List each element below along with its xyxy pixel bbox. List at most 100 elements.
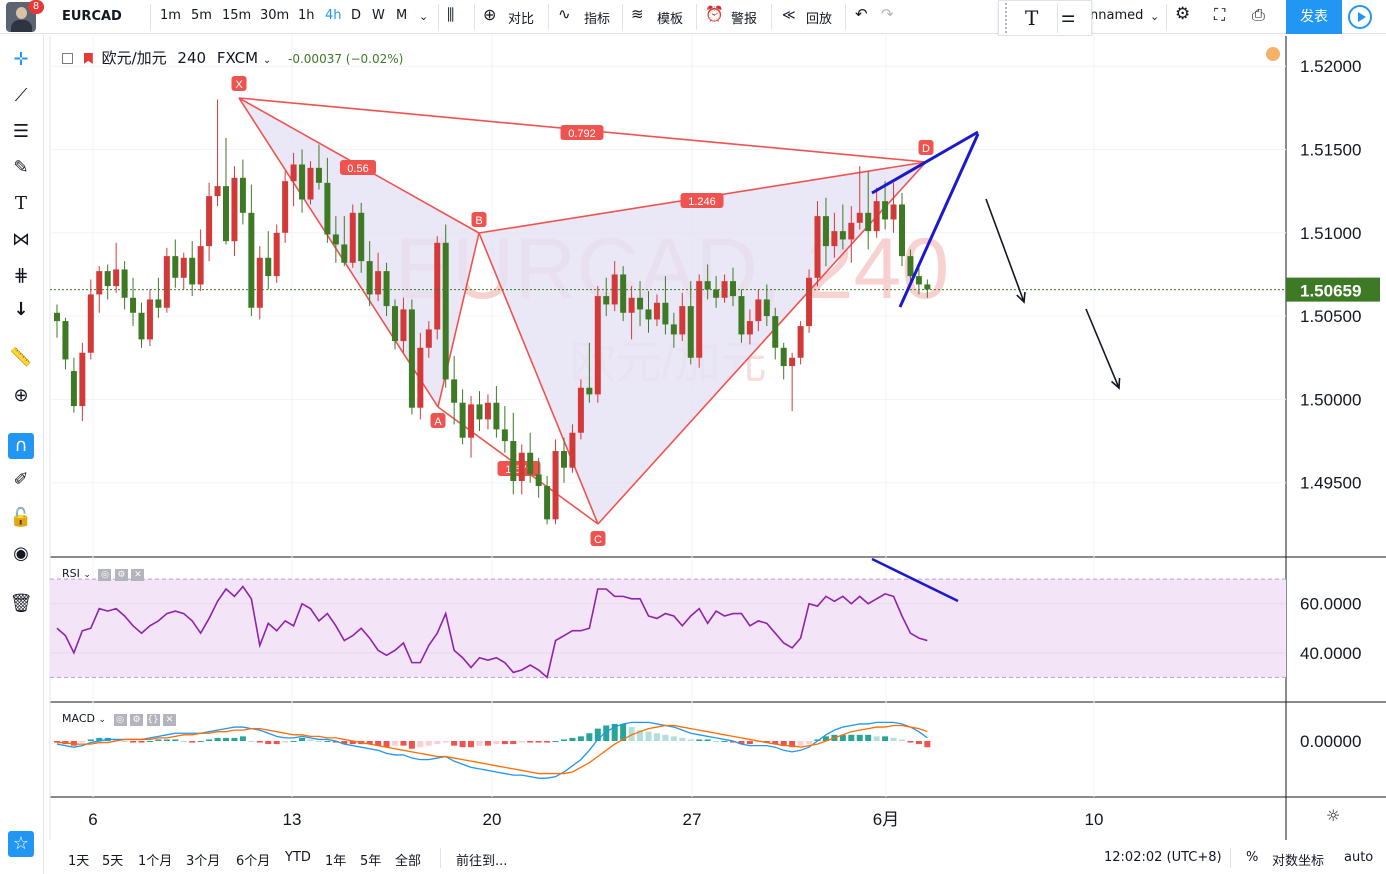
- chevron-down-icon[interactable]: ⌄: [83, 570, 91, 580]
- rsi-divergence-line: [871, 557, 959, 603]
- axis-settings-gear-icon[interactable]: ☼: [1326, 806, 1340, 825]
- templates-icon[interactable]: ≋: [631, 5, 644, 23]
- macd-histogram-bar: [822, 736, 829, 741]
- candle-body: [349, 212, 356, 263]
- clock-timezone[interactable]: 12:02:02 (UTC+8): [1104, 850, 1222, 865]
- candle-body: [70, 371, 77, 407]
- macd-histogram-bar: [155, 739, 162, 741]
- gear-icon[interactable]: ⚙: [130, 714, 144, 726]
- candle-body: [527, 452, 534, 475]
- eye-icon[interactable]: ◎: [98, 569, 112, 581]
- trash-icon[interactable]: 🗑: [8, 591, 34, 617]
- indicators-icon[interactable]: ∿: [558, 5, 571, 23]
- play-icon[interactable]: [1348, 5, 1372, 29]
- candle-body: [434, 242, 441, 330]
- brush-icon[interactable]: ✎: [8, 155, 34, 181]
- close-icon[interactable]: ✕: [163, 714, 177, 726]
- interval-30m[interactable]: 30m: [260, 8, 289, 23]
- ruler-icon[interactable]: 📏: [8, 345, 34, 371]
- range-5d[interactable]: 5天: [102, 850, 123, 869]
- goto-date-button[interactable]: 前往到...: [456, 850, 507, 869]
- lock-drawing-icon[interactable]: ✐: [8, 467, 34, 493]
- candle-body: [375, 271, 382, 295]
- candle-body: [180, 257, 187, 278]
- drag-handle[interactable]: [1005, 3, 1011, 33]
- text-tool-icon[interactable]: T: [1025, 6, 1038, 30]
- line-tool-icon[interactable]: ⚌: [1061, 7, 1075, 26]
- range-6m[interactable]: 6个月: [236, 850, 270, 869]
- lock-icon[interactable]: 🔓: [8, 505, 34, 531]
- point-label-c-box: [590, 531, 606, 546]
- compare-plus-icon[interactable]: ⊕: [483, 5, 496, 24]
- percent-toggle[interactable]: %: [1246, 850, 1258, 865]
- candle-body: [400, 309, 407, 342]
- chevron-down-icon[interactable]: ⌄: [419, 10, 428, 23]
- interval-4h[interactable]: 4h: [325, 8, 342, 23]
- ratio-label-ac: 1.679: [505, 464, 533, 476]
- chevron-down-icon[interactable]: ⌄: [98, 715, 106, 725]
- interval-w[interactable]: W: [372, 8, 385, 23]
- camera-snapshot-icon[interactable]: ⎙: [1252, 5, 1265, 25]
- range-5y[interactable]: 5年: [360, 850, 381, 869]
- interval-d[interactable]: D: [351, 8, 361, 23]
- interval-5m[interactable]: 5m: [191, 8, 212, 23]
- legend-title[interactable]: 欧元/加元: [102, 49, 167, 67]
- bookmark-flag-icon[interactable]: [83, 53, 93, 64]
- interval-m[interactable]: M: [396, 8, 407, 23]
- range-1m[interactable]: 1个月: [138, 850, 172, 869]
- horizontal-lines-icon[interactable]: ☰: [8, 119, 34, 145]
- gear-icon[interactable]: ⚙: [114, 569, 128, 581]
- range-3m[interactable]: 3个月: [186, 850, 220, 869]
- pattern-icon[interactable]: ⋈: [8, 227, 34, 253]
- prediction-icon[interactable]: ⋕: [8, 263, 34, 289]
- close-icon[interactable]: ✕: [131, 569, 145, 581]
- indicators-button[interactable]: 指标: [584, 8, 610, 27]
- candle-body: [662, 302, 669, 325]
- undo-icon[interactable]: ↶: [855, 5, 868, 23]
- interval-1h[interactable]: 1h: [298, 8, 315, 23]
- alert-button[interactable]: 警报: [731, 8, 757, 27]
- range-ytd[interactable]: YTD: [285, 850, 311, 865]
- macd-legend[interactable]: MACD ⌄ ◎ ⚙ {} ✕: [62, 712, 177, 726]
- last-price-label: 1.50659: [1300, 282, 1361, 301]
- trend-line-icon[interactable]: ⟋: [8, 83, 34, 109]
- candle-body: [206, 196, 213, 247]
- interval-15m[interactable]: 15m: [222, 8, 251, 23]
- compare-button[interactable]: 对比: [508, 8, 534, 27]
- settings-gear-icon[interactable]: ⚙: [1175, 4, 1190, 24]
- magnet-icon[interactable]: ∩: [8, 433, 34, 459]
- redo-icon[interactable]: ↷: [881, 5, 894, 23]
- collapse-toggle[interactable]: [62, 53, 73, 64]
- favorite-star-icon[interactable]: ☆: [8, 831, 34, 857]
- status-dot-icon[interactable]: [1266, 47, 1280, 61]
- candle-body: [704, 281, 711, 290]
- chevron-down-icon[interactable]: ⌄: [1150, 10, 1159, 23]
- source-code-icon[interactable]: {}: [146, 714, 160, 726]
- templates-button[interactable]: 模板: [657, 8, 683, 27]
- publish-button[interactable]: 发表: [1286, 0, 1342, 34]
- chevron-down-icon[interactable]: ⌄: [263, 55, 271, 66]
- log-scale-toggle[interactable]: 对数坐标: [1272, 850, 1324, 869]
- alarm-clock-icon[interactable]: ⏰: [705, 5, 724, 23]
- macd-histogram-bar: [899, 739, 905, 741]
- macd-histogram-bar: [501, 741, 508, 745]
- macd-histogram-bar: [890, 737, 897, 741]
- candle-style-icon[interactable]: ⫼: [447, 5, 454, 25]
- fullscreen-icon[interactable]: ⛶: [1214, 5, 1225, 25]
- range-1y[interactable]: 1年: [325, 850, 346, 869]
- replay-button[interactable]: 回放: [806, 8, 832, 27]
- text-icon[interactable]: T: [8, 191, 34, 217]
- range-all[interactable]: 全部: [395, 850, 421, 869]
- layout-name[interactable]: nnamed: [1090, 8, 1143, 23]
- rsi-legend[interactable]: RSI ⌄ ◎ ⚙ ✕: [62, 567, 145, 581]
- symbol-search[interactable]: EURCAD: [62, 9, 122, 24]
- arrow-down-icon[interactable]: ↓: [8, 297, 34, 323]
- zoom-in-icon[interactable]: ⊕: [8, 383, 34, 409]
- eye-icon[interactable]: ◉: [8, 541, 34, 567]
- replay-icon[interactable]: ≪: [782, 8, 796, 23]
- interval-1m[interactable]: 1m: [160, 8, 181, 23]
- crosshair-icon[interactable]: ✛: [8, 47, 34, 73]
- eye-icon[interactable]: ◎: [113, 714, 127, 726]
- auto-scale-toggle[interactable]: auto: [1344, 850, 1373, 865]
- range-1d[interactable]: 1天: [68, 850, 89, 869]
